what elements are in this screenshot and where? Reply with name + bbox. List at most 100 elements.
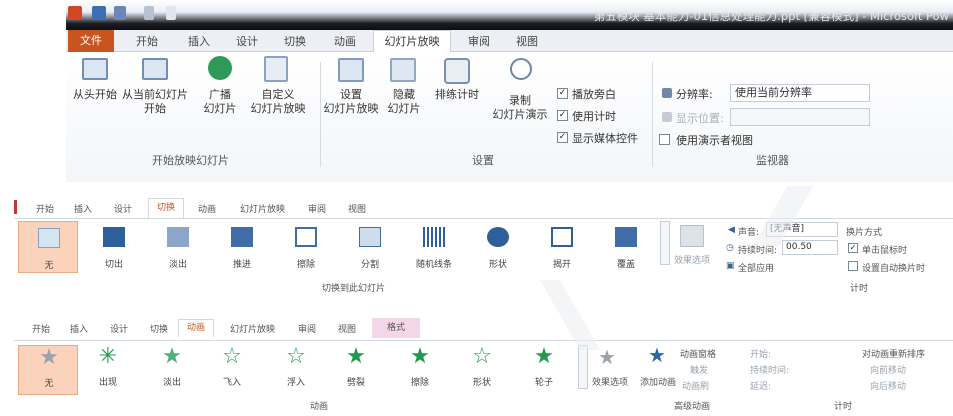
tab-design[interactable]: 设计 xyxy=(236,33,258,49)
transition-cut-icon xyxy=(103,227,125,247)
tab-file[interactable]: 文件 xyxy=(68,30,114,52)
ribbon-slideshow: 第五模块 基本能力-01信息处理能力.ppt [兼容模式] - Microsof… xyxy=(66,0,953,182)
animation-appear[interactable]: ✳ 出现 xyxy=(78,345,138,395)
animation-none[interactable]: ★ 无 xyxy=(18,345,78,395)
group-start-slideshow: 开始放映幻灯片 xyxy=(152,154,229,167)
media-controls-checkbox[interactable]: ✓ xyxy=(557,132,568,143)
gallery-scrollbar[interactable] xyxy=(660,221,670,265)
animation-split[interactable]: ★ 劈裂 xyxy=(326,345,386,395)
hide-slide-button[interactable]: 隐藏 xyxy=(382,88,426,102)
broadcast-button[interactable]: 广播 xyxy=(192,88,248,102)
narration-checkbox[interactable]: ✓ xyxy=(557,88,568,99)
auto-after-checkbox[interactable] xyxy=(848,261,858,271)
redo-icon[interactable] xyxy=(144,6,154,20)
tab-review[interactable]: 审阅 xyxy=(468,33,490,49)
transition-uncover[interactable]: 揭开 xyxy=(532,221,592,273)
tab-view[interactable]: 视图 xyxy=(348,202,366,215)
new-doc-icon[interactable] xyxy=(166,6,176,20)
tab-insert[interactable]: 插入 xyxy=(188,33,210,49)
duration-input[interactable]: 00.50 xyxy=(782,240,838,255)
animation-pane-button[interactable]: 动画窗格 xyxy=(680,347,716,360)
tab-slideshow[interactable]: 幻灯片放映 xyxy=(230,322,275,335)
trigger-button[interactable]: 触发 xyxy=(690,363,708,376)
transition-none[interactable]: 无 xyxy=(18,221,78,273)
transition-split[interactable]: 分割 xyxy=(340,221,400,273)
from-current-icon xyxy=(142,58,168,80)
animation-painter-button[interactable]: 动画刷 xyxy=(682,379,709,392)
title-bar: 第五模块 基本能力-01信息处理能力.ppt [兼容模式] - Microsof… xyxy=(66,0,953,30)
add-animation-button[interactable]: 添加动画 xyxy=(640,375,676,388)
transition-random-bars[interactable]: 随机线条 xyxy=(404,221,464,273)
start-label: 开始: xyxy=(750,350,772,360)
tab-view[interactable]: 视图 xyxy=(338,322,356,335)
ribbon2-tab-strip: 开始 插入 设计 切换 动画 幻灯片放映 审阅 视图 xyxy=(14,194,953,218)
star-icon: ★ xyxy=(346,344,366,369)
tab-review[interactable]: 审阅 xyxy=(308,202,326,215)
resolution-dropdown[interactable]: 使用当前分辨率 xyxy=(730,84,870,102)
from-current-button[interactable]: 从当前幻灯片 xyxy=(122,88,188,102)
clock-icon: ◷ xyxy=(726,243,734,253)
tab-view[interactable]: 视图 xyxy=(516,33,538,49)
effect-options-button[interactable]: 效果选项 xyxy=(674,253,710,266)
transition-label: 揭开 xyxy=(552,260,571,270)
transition-label: 淡出 xyxy=(168,260,187,270)
setup-icon xyxy=(338,58,364,82)
group-advanced-animation: 高级动画 xyxy=(674,402,711,412)
tab-home[interactable]: 开始 xyxy=(32,322,50,335)
tab-home[interactable]: 开始 xyxy=(136,33,158,49)
animation-float-in[interactable]: ☆ 浮入 xyxy=(266,345,326,395)
transition-fade[interactable]: 淡出 xyxy=(148,221,208,273)
move-earlier-button[interactable]: 向前移动 xyxy=(870,363,906,376)
hide-slide-icon xyxy=(390,58,416,82)
save-icon[interactable] xyxy=(92,6,106,20)
tab-insert[interactable]: 插入 xyxy=(74,202,92,215)
transition-label: 形状 xyxy=(488,260,507,270)
tab-design[interactable]: 设计 xyxy=(114,202,132,215)
tab-transitions[interactable]: 切换 xyxy=(148,198,184,218)
tab-home[interactable]: 开始 xyxy=(36,202,54,215)
from-beginning-button[interactable]: 从头开始 xyxy=(70,88,120,102)
transition-shape-icon xyxy=(487,227,509,247)
tab-animations[interactable]: 动画 xyxy=(198,202,216,215)
tab-review[interactable]: 审阅 xyxy=(298,322,316,335)
delay-label: 延迟: xyxy=(750,382,772,392)
animation-fade[interactable]: ★ 淡出 xyxy=(142,345,202,395)
tab-animations[interactable]: 动画 xyxy=(334,33,356,49)
show-on-label: 显示位置: xyxy=(676,112,724,125)
presenter-view-checkbox[interactable] xyxy=(659,134,670,145)
transition-wipe[interactable]: 擦除 xyxy=(276,221,336,273)
undo-icon[interactable] xyxy=(114,6,126,20)
tab-slideshow[interactable]: 幻灯片放映 xyxy=(373,30,451,53)
on-click-checkbox[interactable]: ✓ xyxy=(848,243,858,253)
animation-wheel[interactable]: ★ 轮子 xyxy=(514,345,574,395)
tab-insert[interactable]: 插入 xyxy=(70,322,88,335)
tab-transitions[interactable]: 切换 xyxy=(284,33,306,49)
transition-cover[interactable]: 覆盖 xyxy=(596,221,656,273)
rehearse-timings-icon xyxy=(444,58,470,84)
custom-show-button[interactable]: 自定义 xyxy=(246,88,310,102)
tab-animations[interactable]: 动画 xyxy=(178,319,214,337)
tab-format[interactable]: 格式 xyxy=(372,318,420,338)
transition-wipe-icon xyxy=(295,227,317,247)
animation-label: 出现 xyxy=(98,378,117,388)
animation-wipe[interactable]: ★ 擦除 xyxy=(390,345,450,395)
setup-button[interactable]: 设置 xyxy=(328,88,374,102)
tab-slideshow[interactable]: 幻灯片放映 xyxy=(240,202,285,215)
tab-design[interactable]: 设计 xyxy=(110,322,128,335)
record-button[interactable]: 录制 xyxy=(494,94,546,108)
tab-transitions[interactable]: 切换 xyxy=(150,322,168,335)
gallery-scrollbar[interactable] xyxy=(578,345,588,389)
record-label-2: 幻灯片演示 xyxy=(492,108,548,121)
effect-options-button[interactable]: 效果选项 xyxy=(592,375,628,388)
transition-shape[interactable]: 形状 xyxy=(468,221,528,273)
animation-label: 轮子 xyxy=(534,378,553,388)
apply-all-button[interactable]: 全部应用 xyxy=(738,261,774,274)
show-on-dropdown[interactable] xyxy=(730,108,870,126)
use-timings-checkbox[interactable]: ✓ xyxy=(557,110,568,121)
animation-shape[interactable]: ☆ 形状 xyxy=(452,345,512,395)
rehearse-timings-button[interactable]: 排练计时 xyxy=(432,88,482,102)
transition-push[interactable]: 推进 xyxy=(212,221,272,273)
move-later-button[interactable]: 向后移动 xyxy=(870,379,906,392)
animation-fly-in[interactable]: ☆ 飞入 xyxy=(202,345,262,395)
transition-cut[interactable]: 切出 xyxy=(84,221,144,273)
